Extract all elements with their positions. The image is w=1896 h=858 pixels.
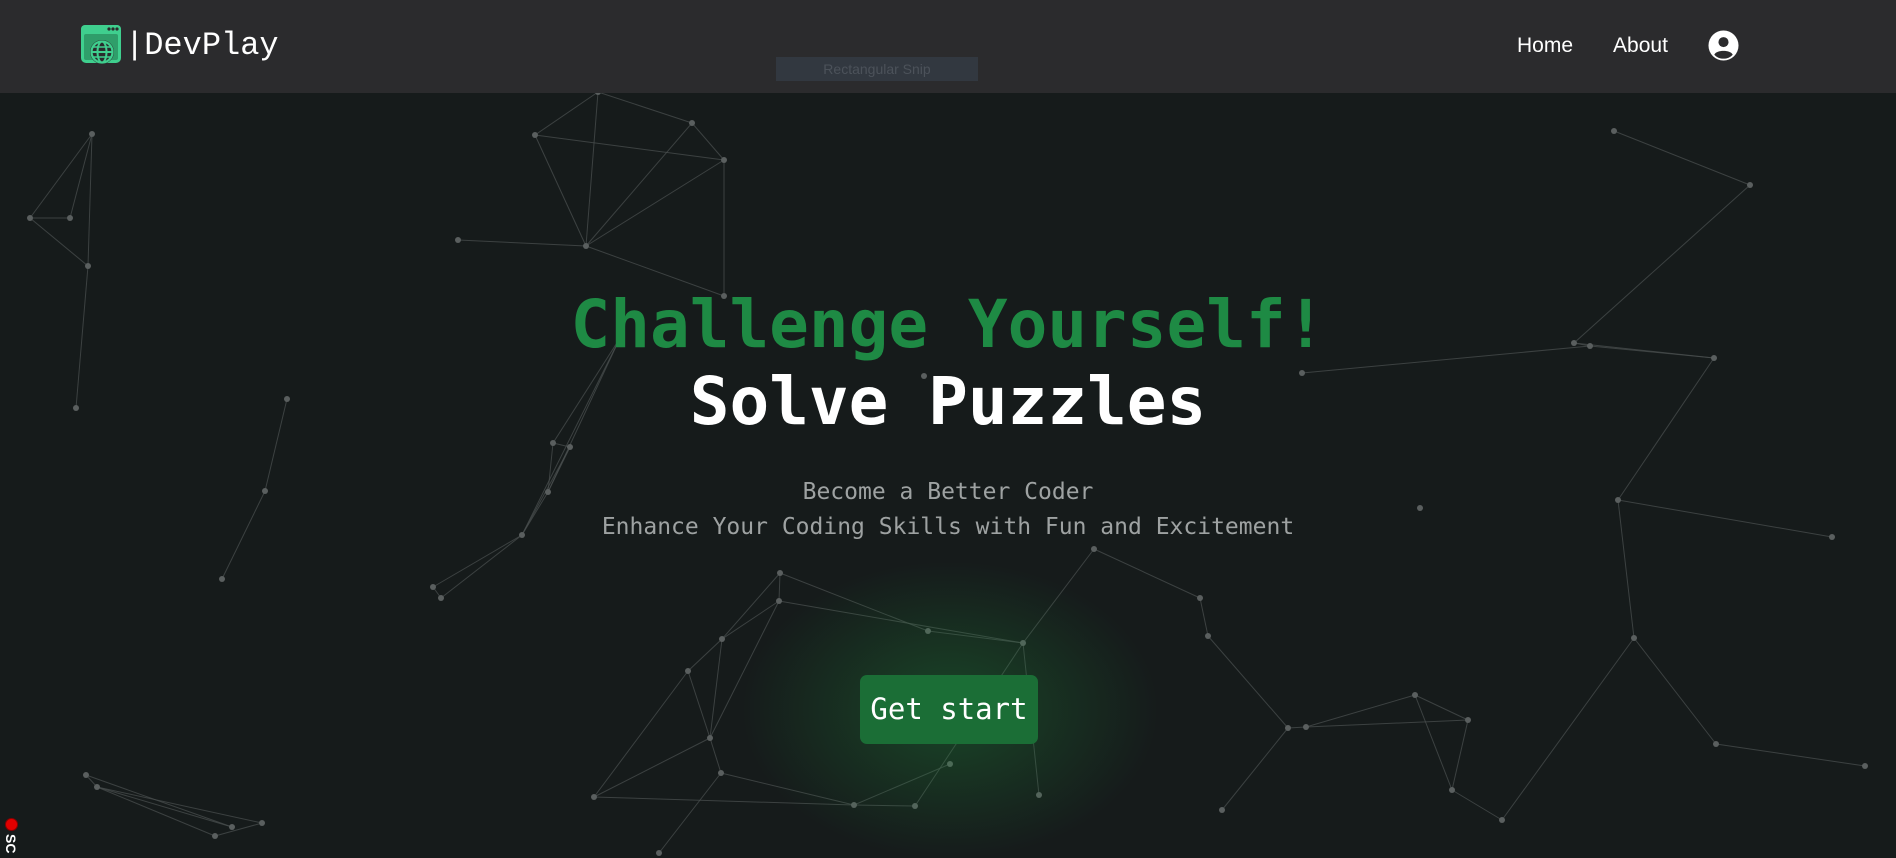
network-node — [591, 794, 597, 800]
network-node — [85, 263, 91, 269]
tagline-line-1: Become a Better Coder — [802, 479, 1094, 505]
network-link — [709, 638, 723, 739]
network-link — [687, 638, 723, 672]
network-link — [96, 786, 233, 828]
network-link — [1414, 694, 1453, 791]
network-link — [585, 122, 693, 247]
network-node — [689, 120, 695, 126]
nav-home-link[interactable]: Home — [1517, 34, 1573, 58]
network-link — [534, 134, 587, 247]
network-node — [1611, 128, 1617, 134]
network-link — [1633, 637, 1717, 745]
get-start-button[interactable]: Get start — [860, 675, 1038, 744]
network-link — [1451, 789, 1503, 821]
network-link — [1207, 635, 1289, 729]
network-link — [687, 670, 711, 739]
hero-title: Challenge Yourself! — [570, 286, 1326, 363]
network-node — [1205, 633, 1211, 639]
nav-about-link[interactable]: About — [1613, 34, 1668, 58]
network-link — [96, 786, 263, 824]
network-node — [67, 215, 73, 221]
network-node — [229, 824, 235, 830]
network-node — [259, 820, 265, 826]
navbar: |DevPlay Rectangular Snip Home About — [0, 0, 1896, 93]
globe-window-icon — [81, 25, 121, 64]
network-link — [534, 134, 725, 161]
network-link — [691, 122, 725, 161]
network-node — [83, 772, 89, 778]
network-node — [1465, 717, 1471, 723]
network-node — [430, 584, 436, 590]
network-node — [219, 576, 225, 582]
network-link — [1305, 694, 1416, 728]
network-node — [719, 636, 725, 642]
network-link — [96, 786, 216, 837]
network-node — [1631, 635, 1637, 641]
network-node — [212, 833, 218, 839]
network-link — [457, 239, 587, 247]
network-node — [1285, 725, 1291, 731]
network-node — [721, 157, 727, 163]
tagline-line-2: Enhance Your Coding Skills with Fun and … — [601, 514, 1295, 540]
network-link — [85, 774, 233, 828]
network-link — [214, 822, 263, 837]
network-link — [432, 534, 523, 588]
network-node — [455, 237, 461, 243]
network-node — [1499, 817, 1505, 823]
network-node — [94, 784, 100, 790]
network-node — [1303, 724, 1309, 730]
network-node — [583, 243, 589, 249]
network-node — [1412, 692, 1418, 698]
network-link — [709, 737, 722, 774]
network-node — [656, 850, 662, 856]
brand-name: |DevPlay — [125, 26, 279, 64]
brand-link[interactable]: |DevPlay — [80, 22, 279, 68]
network-link — [1305, 719, 1469, 728]
network-link — [593, 737, 711, 798]
network-link — [1199, 597, 1209, 637]
page: |DevPlay Rectangular Snip Home About Cha… — [0, 0, 1896, 858]
network-node — [1449, 787, 1455, 793]
network-node — [27, 215, 33, 221]
network-link — [1715, 743, 1866, 767]
network-link — [1613, 130, 1751, 186]
network-node — [685, 668, 691, 674]
network-node — [718, 770, 724, 776]
network-node — [707, 735, 713, 741]
hero-subtitle: Solve Puzzles — [689, 363, 1207, 440]
nav-links: Home About — [1517, 30, 1739, 61]
network-link — [585, 91, 599, 247]
network-link — [87, 133, 93, 267]
network-link — [593, 670, 689, 798]
network-link — [440, 534, 523, 599]
network-node — [1747, 182, 1753, 188]
network-node — [1862, 763, 1868, 769]
network-link — [585, 159, 725, 247]
network-node — [89, 131, 95, 137]
network-link — [1501, 637, 1635, 821]
user-circle-icon[interactable] — [1708, 30, 1739, 61]
network-node — [532, 132, 538, 138]
network-node — [1091, 546, 1097, 552]
network-link — [597, 91, 693, 124]
network-link — [534, 91, 599, 136]
recording-indicator-icon — [5, 818, 18, 831]
network-node — [1197, 595, 1203, 601]
network-link — [1221, 727, 1289, 811]
network-link — [29, 133, 93, 219]
network-link — [29, 217, 89, 267]
network-node — [1713, 741, 1719, 747]
network-link — [1451, 719, 1469, 791]
network-link — [69, 133, 93, 219]
network-node — [1219, 807, 1225, 813]
network-node — [438, 595, 444, 601]
network-node — [567, 444, 573, 450]
recording-indicator-text: SC — [3, 834, 19, 854]
network-link — [658, 772, 722, 854]
rectangular-snip-label: Rectangular Snip — [776, 57, 978, 81]
